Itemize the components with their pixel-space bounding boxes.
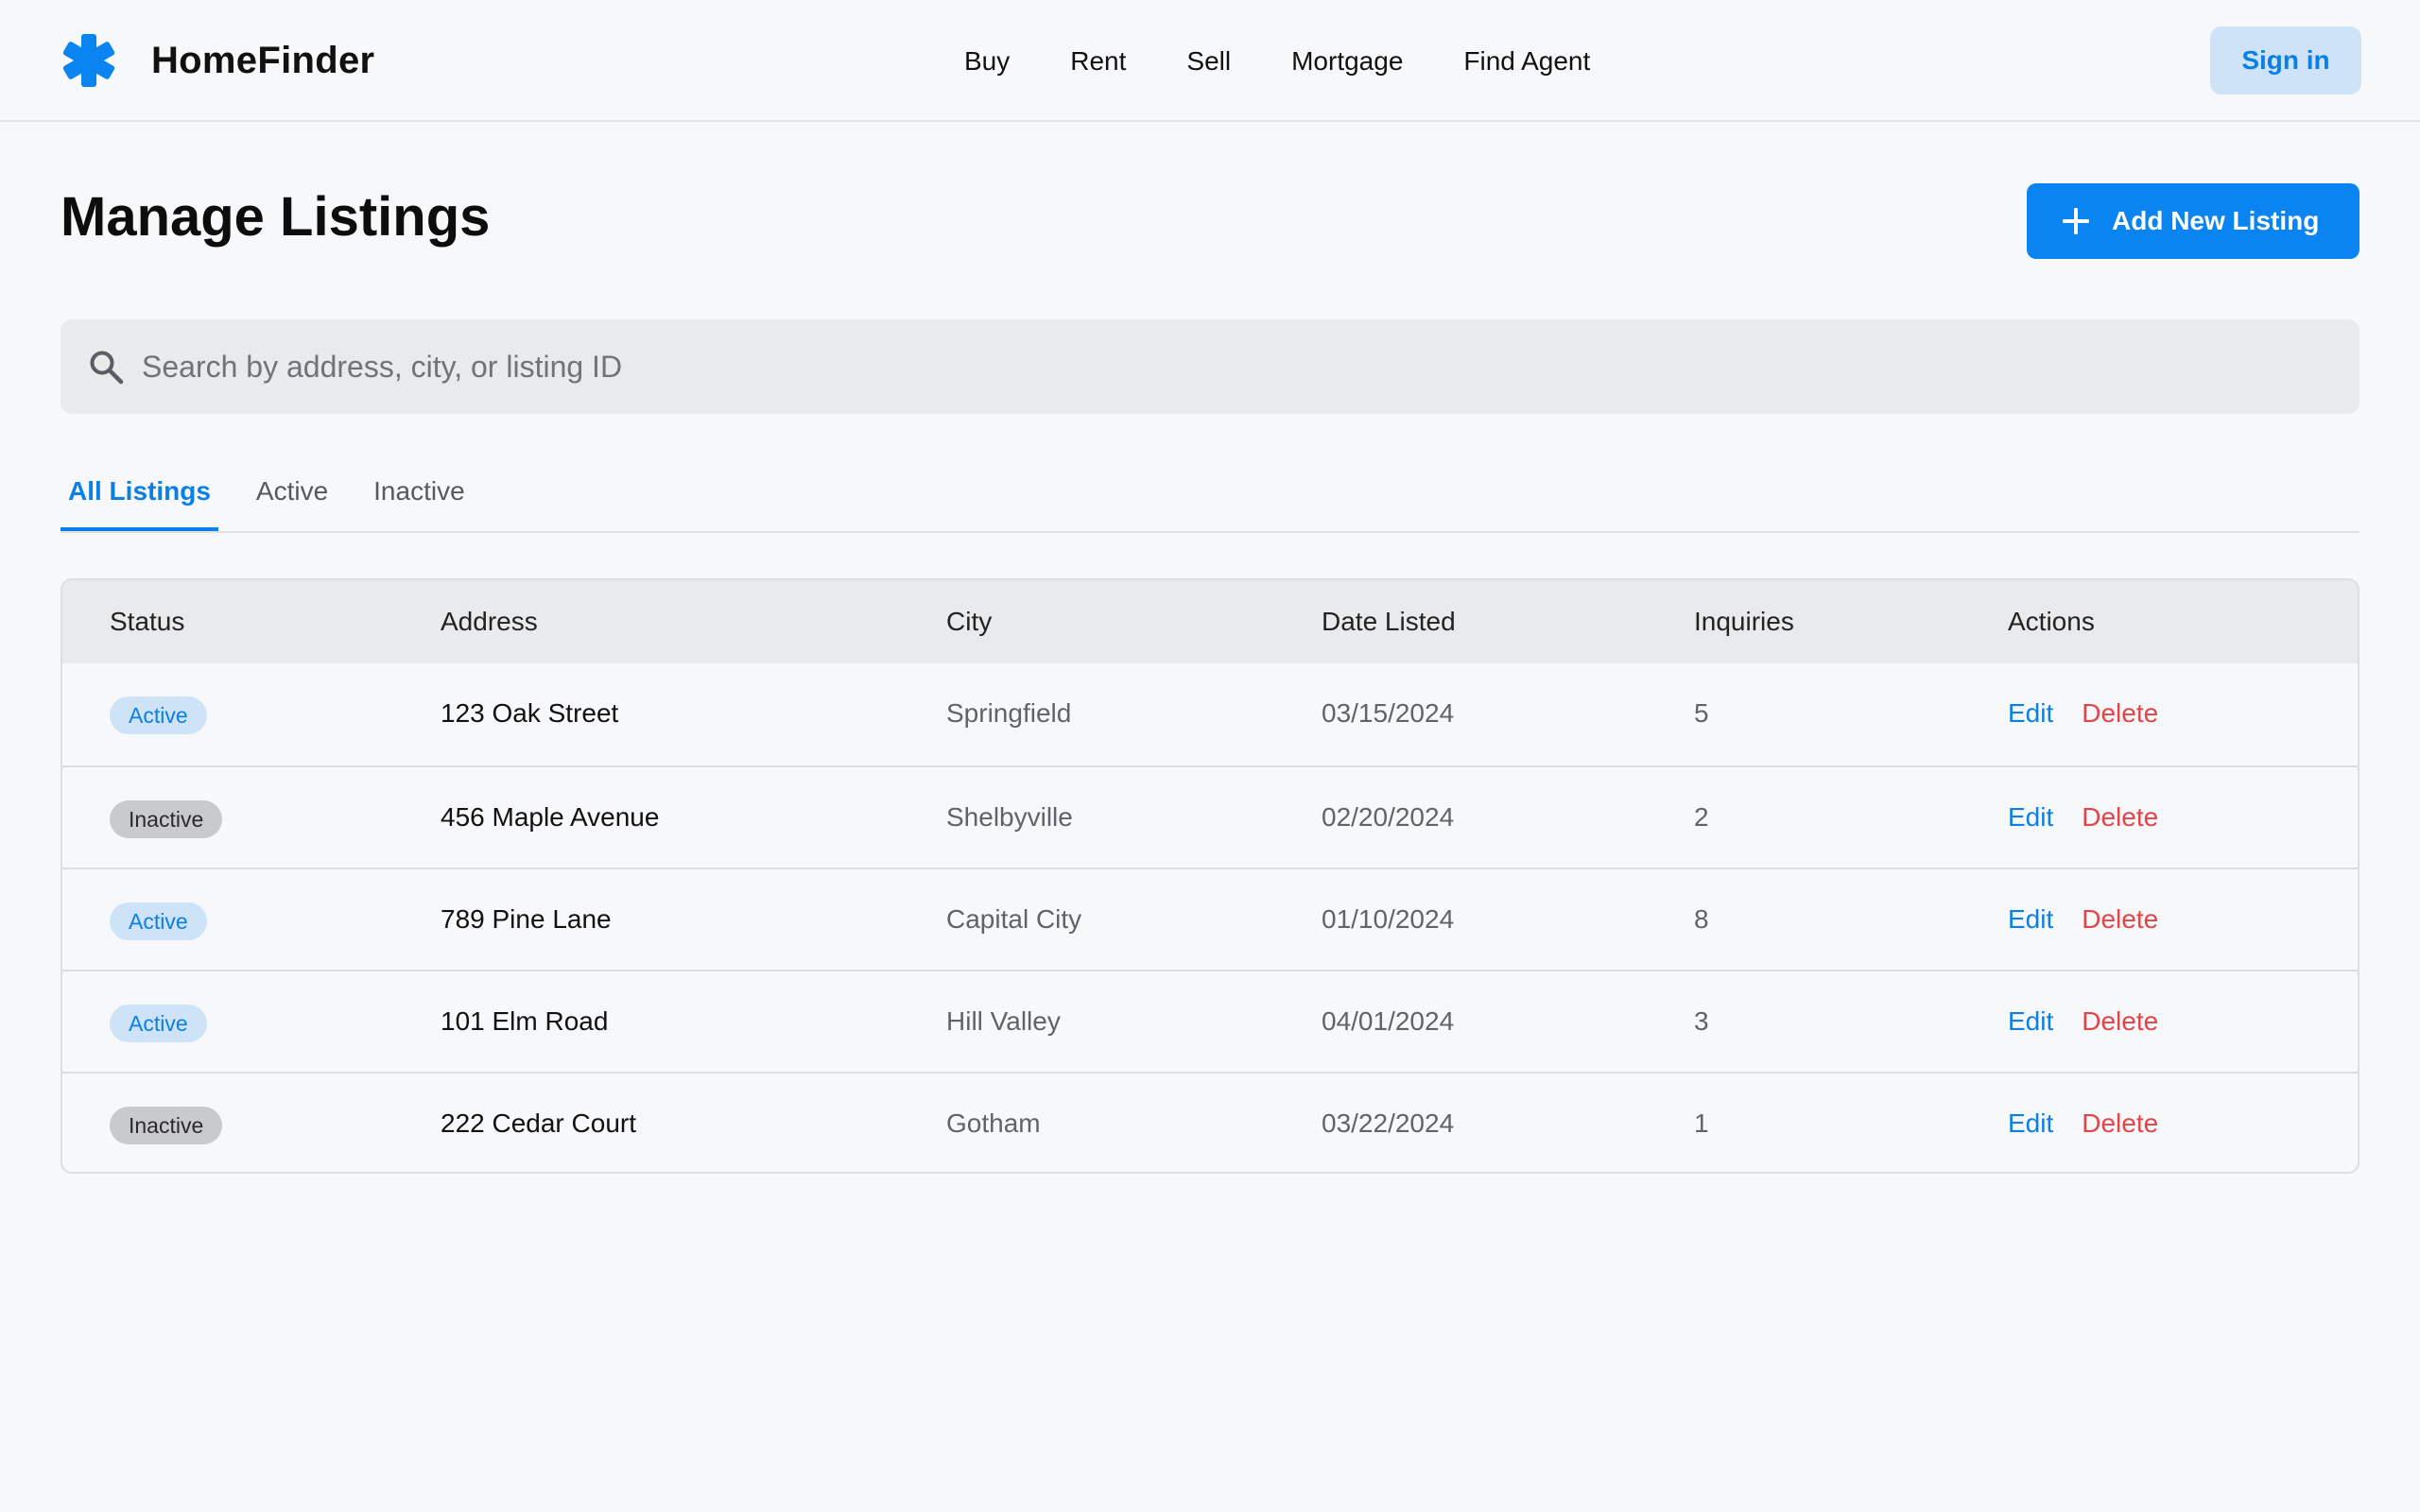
table-row: Active 101 Elm Road Hill Valley 04/01/20… — [62, 970, 2358, 1072]
status-cell: Active — [110, 971, 207, 1072]
status-badge: Inactive — [110, 799, 223, 838]
date-listed-cell: 01/10/2024 — [1322, 904, 1455, 934]
column-header-inquiries: Inquiries — [1694, 607, 1794, 636]
column-header-address: Address — [441, 607, 538, 636]
date-listed-cell: 02/20/2024 — [1322, 802, 1455, 832]
nav-item-find-agent[interactable]: Find Agent — [1463, 46, 1590, 77]
status-badge: Active — [110, 1004, 207, 1042]
actions-cell: Edit Delete — [2008, 663, 2158, 764]
city-cell: Shelbyville — [946, 802, 1073, 832]
nav-item-mortgage[interactable]: Mortgage — [1291, 46, 1403, 77]
delete-link[interactable]: Delete — [2082, 1108, 2158, 1138]
column-header-status: Status — [110, 607, 185, 636]
page-title: Manage Listings — [60, 186, 491, 248]
table-row: Inactive 456 Maple Avenue Shelbyville 02… — [62, 765, 2358, 868]
sign-in-button[interactable]: Sign in — [2210, 26, 2361, 94]
table-row: Active 789 Pine Lane Capital City 01/10/… — [62, 868, 2358, 970]
address-cell: 222 Cedar Court — [441, 1108, 637, 1138]
status-badge: Inactive — [110, 1106, 223, 1144]
tab-inactive[interactable]: Inactive — [366, 463, 473, 531]
column-header-city: City — [946, 607, 993, 636]
edit-link[interactable]: Edit — [2008, 904, 2053, 934]
date-listed-cell: 03/15/2024 — [1322, 698, 1455, 728]
plus-icon — [2063, 208, 2089, 234]
inquiries-cell: 8 — [1694, 904, 1709, 934]
column-header-actions: Actions — [2008, 607, 2095, 636]
inquiries-cell: 1 — [1694, 1108, 1709, 1138]
top-navigation-bar: HomeFinder Buy Rent Sell Mortgage Find A… — [0, 0, 2420, 122]
status-cell: Active — [110, 869, 207, 970]
tab-all-listings[interactable]: All Listings — [60, 463, 218, 531]
tab-active[interactable]: Active — [249, 463, 336, 531]
nav-item-sell[interactable]: Sell — [1186, 46, 1231, 77]
delete-link[interactable]: Delete — [2082, 802, 2158, 832]
brand[interactable]: HomeFinder — [60, 32, 374, 89]
date-listed-cell: 04/01/2024 — [1322, 1006, 1455, 1036]
city-cell: Gotham — [946, 1108, 1041, 1138]
table-body: Active 123 Oak Street Springfield 03/15/… — [62, 663, 2358, 1172]
search-icon — [90, 351, 124, 385]
status-cell: Inactive — [110, 1074, 223, 1172]
add-new-listing-button[interactable]: Add New Listing — [2027, 183, 2360, 259]
address-cell: 789 Pine Lane — [441, 904, 612, 934]
asterisk-icon — [62, 34, 115, 87]
delete-link[interactable]: Delete — [2082, 1006, 2158, 1036]
inquiries-cell: 3 — [1694, 1006, 1709, 1036]
listings-table: Status Address City Date Listed Inquirie… — [60, 578, 2360, 1174]
edit-link[interactable]: Edit — [2008, 698, 2053, 728]
actions-cell: Edit Delete — [2008, 869, 2158, 970]
status-cell: Inactive — [110, 767, 223, 868]
status-badge: Active — [110, 696, 207, 734]
inquiries-cell: 2 — [1694, 802, 1709, 832]
actions-cell: Edit Delete — [2008, 1074, 2158, 1172]
delete-link[interactable]: Delete — [2082, 698, 2158, 728]
main-nav: Buy Rent Sell Mortgage Find Agent — [964, 38, 1651, 85]
nav-item-buy[interactable]: Buy — [964, 46, 1010, 77]
status-badge: Active — [110, 902, 207, 940]
edit-link[interactable]: Edit — [2008, 1006, 2053, 1036]
table-header: Status Address City Date Listed Inquirie… — [62, 580, 2358, 663]
city-cell: Springfield — [946, 698, 1072, 728]
search-bar — [60, 319, 2360, 414]
delete-link[interactable]: Delete — [2082, 904, 2158, 934]
address-cell: 101 Elm Road — [441, 1006, 609, 1036]
actions-cell: Edit Delete — [2008, 767, 2158, 868]
listing-filter-tabs: All Listings Active Inactive — [60, 463, 2360, 533]
edit-link[interactable]: Edit — [2008, 1108, 2053, 1138]
date-listed-cell: 03/22/2024 — [1322, 1108, 1455, 1138]
table-row: Active 123 Oak Street Springfield 03/15/… — [62, 663, 2358, 765]
column-header-date-listed: Date Listed — [1322, 607, 1456, 636]
status-cell: Active — [110, 663, 207, 764]
add-new-listing-label: Add New Listing — [2112, 206, 2320, 235]
edit-link[interactable]: Edit — [2008, 802, 2053, 832]
table-row: Inactive 222 Cedar Court Gotham 03/22/20… — [62, 1072, 2358, 1172]
address-cell: 456 Maple Avenue — [441, 802, 660, 832]
inquiries-cell: 5 — [1694, 698, 1709, 728]
brand-name: HomeFinder — [151, 39, 375, 81]
city-cell: Hill Valley — [946, 1006, 1061, 1036]
city-cell: Capital City — [946, 904, 1082, 934]
nav-item-rent[interactable]: Rent — [1070, 46, 1126, 77]
search-input[interactable] — [142, 338, 2316, 395]
actions-cell: Edit Delete — [2008, 971, 2158, 1072]
address-cell: 123 Oak Street — [441, 698, 619, 728]
